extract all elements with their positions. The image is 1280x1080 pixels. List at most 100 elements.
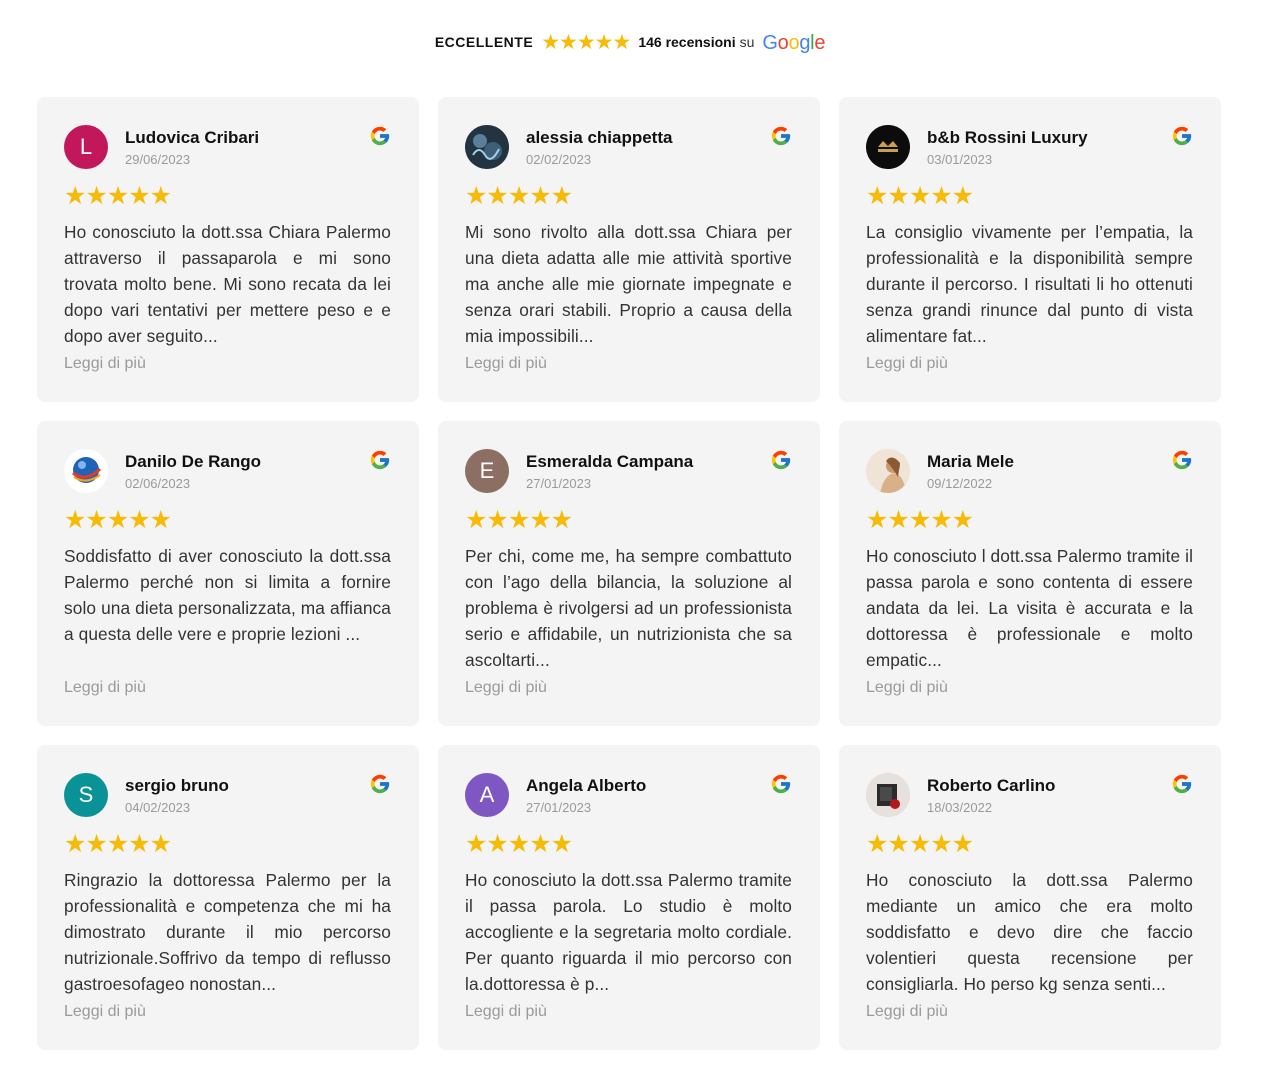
read-more-link[interactable]: Leggi di più — [866, 353, 1193, 375]
reviewer-name: Danilo De Rango — [125, 451, 262, 471]
review-header: S sergio bruno 04/02/2023 — [64, 773, 391, 817]
read-more-link[interactable]: Leggi di più — [465, 1001, 792, 1023]
read-more-link[interactable]: Leggi di più — [64, 353, 391, 375]
review-stars: ★★★★★ — [64, 830, 172, 858]
avatar-photo — [64, 449, 108, 493]
reviewer-info: alessia chiappetta 02/02/2023 — [526, 128, 792, 167]
review-date: 04/02/2023 — [125, 799, 191, 815]
review-header: L Ludovica Cribari 29/06/2023 — [64, 125, 391, 169]
read-more-link[interactable]: Leggi di più — [64, 677, 391, 699]
review-date: 29/06/2023 — [125, 151, 191, 167]
review-count[interactable]: 146 recensioni — [638, 34, 735, 50]
avatar: L — [64, 125, 108, 169]
reviewer-info: Esmeralda Campana 27/01/2023 — [526, 452, 792, 491]
review-date: 27/01/2023 — [526, 475, 592, 491]
review-text: Ho conosciuto l dott.ssa Palermo tramite… — [866, 546, 1193, 670]
read-more-link[interactable]: Leggi di più — [866, 1001, 1193, 1023]
google-g-icon[interactable] — [1171, 773, 1193, 795]
review-header: b&b Rossini Luxury 03/01/2023 — [866, 125, 1193, 169]
avatar: E — [465, 449, 509, 493]
read-more-link[interactable]: Leggi di più — [465, 353, 792, 375]
reviewer-name: sergio bruno — [125, 775, 229, 795]
review-card: alessia chiappetta 02/02/2023 ★★★★★ Mi s… — [438, 97, 820, 402]
avatar-photo — [866, 773, 910, 817]
avatar-initial: S — [78, 782, 94, 807]
reviewer-name: Angela Alberto — [526, 775, 647, 795]
review-stars: ★★★★★ — [64, 182, 172, 210]
review-card: A Angela Alberto 27/01/2023 ★★★★★ Ho con… — [438, 745, 820, 1050]
avatar-initial: A — [479, 782, 495, 807]
reviewer-info: Danilo De Rango 02/06/2023 — [125, 452, 391, 491]
review-card: Maria Mele 09/12/2022 ★★★★★ Ho conosciut… — [839, 421, 1221, 726]
reviewer-name: Ludovica Cribari — [125, 127, 260, 147]
reviewer-info: Maria Mele 09/12/2022 — [927, 452, 1193, 491]
avatar-initial: E — [479, 458, 495, 483]
google-g-icon[interactable] — [770, 449, 792, 471]
reviewer-info: b&b Rossini Luxury 03/01/2023 — [927, 128, 1193, 167]
review-date: 27/01/2023 — [526, 799, 592, 815]
reviewer-name: alessia chiappetta — [526, 127, 673, 147]
review-date: 09/12/2022 — [927, 475, 993, 491]
google-g-icon[interactable] — [1171, 125, 1193, 147]
review-header: A Angela Alberto 27/01/2023 — [465, 773, 792, 817]
reviewer-info: Angela Alberto 27/01/2023 — [526, 776, 792, 815]
avatar: S — [64, 773, 108, 817]
rating-word: ECCELLENTE — [434, 34, 534, 50]
reviews-grid: L Ludovica Cribari 29/06/2023 ★★★★★ Ho c… — [37, 97, 1221, 1050]
review-text: Ringrazio la dottoressa Palermo per la p… — [64, 870, 391, 994]
reviewer-name: Esmeralda Campana — [526, 451, 694, 471]
avatar-photo — [465, 125, 509, 169]
review-stars: ★★★★★ — [465, 182, 573, 210]
review-card: Roberto Carlino 18/03/2022 ★★★★★ Ho cono… — [839, 745, 1221, 1050]
review-date: 02/06/2023 — [125, 475, 191, 491]
review-header: Maria Mele 09/12/2022 — [866, 449, 1193, 493]
reviewer-name: Roberto Carlino — [927, 775, 1056, 795]
avatar: A — [465, 773, 509, 817]
rating-summary: ECCELLENTE ★★★★★ 146 recensioni su Googl… — [0, 28, 1260, 56]
review-text: La consiglio vivamente per l’empatia, la… — [866, 222, 1193, 346]
google-g-icon[interactable] — [1171, 449, 1193, 471]
review-text: Soddisfatto di aver conosciuto la dott.s… — [64, 546, 391, 644]
review-header: alessia chiappetta 02/02/2023 — [465, 125, 792, 169]
review-card: E Esmeralda Campana 27/01/2023 ★★★★★ Per… — [438, 421, 820, 726]
review-card: L Ludovica Cribari 29/06/2023 ★★★★★ Ho c… — [37, 97, 419, 402]
review-header: Roberto Carlino 18/03/2022 — [866, 773, 1193, 817]
avatar-initial: L — [79, 134, 93, 159]
avatar-photo — [866, 449, 910, 493]
review-stars: ★★★★★ — [866, 506, 974, 534]
google-g-icon[interactable] — [369, 125, 391, 147]
review-stars: ★★★★★ — [64, 506, 172, 534]
review-text: Mi sono rivolto alla dott.ssa Chiara per… — [465, 222, 792, 346]
google-logo-letter: o — [777, 31, 789, 54]
read-more-link[interactable]: Leggi di più — [465, 677, 792, 699]
review-card: Danilo De Rango 02/06/2023 ★★★★★ Soddisf… — [37, 421, 419, 726]
on-label: su — [739, 34, 755, 50]
read-more-link[interactable]: Leggi di più — [866, 677, 1193, 699]
review-text: Ho conosciuto la dott.ssa Palermo median… — [866, 870, 1193, 994]
review-card: b&b Rossini Luxury 03/01/2023 ★★★★★ La c… — [839, 97, 1221, 402]
review-text: Ho conosciuto la dott.ssa Palermo tramit… — [465, 870, 792, 994]
read-more-link[interactable]: Leggi di più — [64, 1001, 391, 1023]
reviewer-info: sergio bruno 04/02/2023 — [125, 776, 391, 815]
review-stars: ★★★★★ — [465, 506, 573, 534]
google-g-icon[interactable] — [369, 449, 391, 471]
google-logo-letter: e — [814, 31, 826, 54]
review-date: 03/01/2023 — [927, 151, 993, 167]
reviewer-info: Roberto Carlino 18/03/2022 — [927, 776, 1193, 815]
review-date: 18/03/2022 — [927, 799, 993, 815]
google-logo-letter: g — [799, 31, 811, 54]
google-g-icon[interactable] — [770, 773, 792, 795]
review-header: E Esmeralda Campana 27/01/2023 — [465, 449, 792, 493]
review-stars: ★★★★★ — [866, 830, 974, 858]
google-logo[interactable]: Google — [762, 32, 825, 55]
avatar-photo — [866, 125, 910, 169]
review-stars: ★★★★★ — [866, 182, 974, 210]
review-card: S sergio bruno 04/02/2023 ★★★★★ Ringrazi… — [37, 745, 419, 1050]
google-logo-letter: G — [762, 31, 778, 54]
review-date: 02/02/2023 — [526, 151, 592, 167]
google-g-icon[interactable] — [369, 773, 391, 795]
google-g-icon[interactable] — [770, 125, 792, 147]
review-stars: ★★★★★ — [465, 830, 573, 858]
reviewer-name: b&b Rossini Luxury — [927, 127, 1088, 147]
review-header: Danilo De Rango 02/06/2023 — [64, 449, 391, 493]
